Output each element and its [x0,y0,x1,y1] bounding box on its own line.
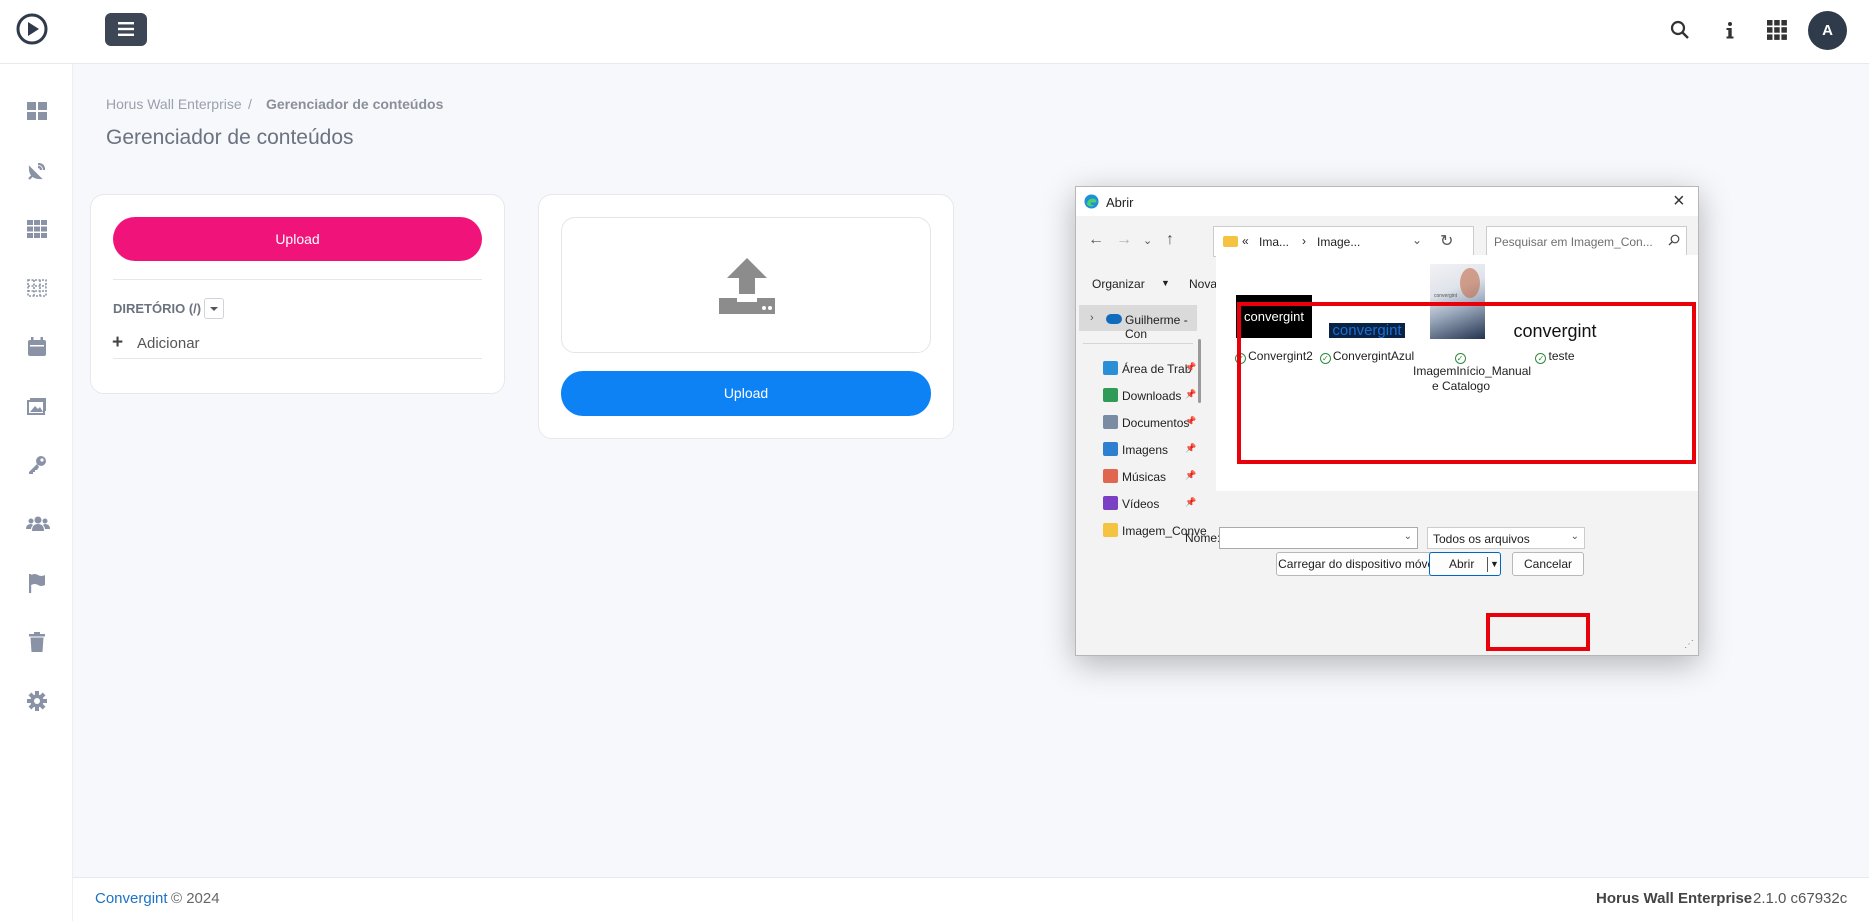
page-title: Gerenciador de conteúdos [106,126,354,149]
folder-icon [1103,523,1118,537]
close-icon[interactable]: × [1673,189,1685,213]
nav-item-pictures[interactable]: Imagens 📌 [1103,440,1213,460]
cancel-button[interactable]: Cancelar [1512,552,1584,576]
open-button[interactable]: Abrir ▼ [1429,552,1501,576]
caret-down-icon [210,307,218,311]
chevron-right-icon: › [1302,234,1306,248]
file-dropzone[interactable] [561,217,931,353]
organize-menu[interactable]: Organizar [1092,277,1145,291]
file-name-input[interactable]: ⌄ [1219,527,1418,549]
nav-item-music[interactable]: Músicas 📌 [1103,467,1213,487]
hamburger-icon [118,22,134,36]
footer-version: 2.1.0 c67932c [1753,890,1848,907]
navigation-pane: › Guilherme - Con Área de Traba 📌 Downloa… [1076,303,1216,607]
apps-icon[interactable] [1767,20,1787,40]
refresh-icon[interactable]: ↻ [1440,231,1453,251]
upload-from-mobile-button[interactable]: Carregar do dispositivo móvel [1276,552,1439,576]
key-icon[interactable] [26,454,50,478]
grid-icon[interactable] [26,218,50,242]
dialog-titlebar[interactable] [1076,187,1698,216]
flag-icon[interactable] [26,572,50,596]
chevron-right-icon[interactable]: › [1090,312,1094,324]
info-icon[interactable] [1720,20,1740,40]
overflow-chevrons-icon[interactable]: « [1242,234,1249,248]
nav-item-onedrive[interactable]: › Guilherme - Con [1079,305,1197,341]
file-name-label: Nome: [1185,531,1221,545]
pin-icon: 📌 [1185,497,1197,507]
breadcrumb-separator: / [248,96,252,112]
split-separator [1487,557,1488,572]
calendar-icon[interactable] [26,336,50,360]
resize-grip-icon[interactable]: ⋰ [1684,639,1694,650]
search-input[interactable]: Pesquisar em Imagem_Con... [1486,226,1687,257]
divider [113,279,482,280]
chevron-down-icon[interactable]: ⌄ [1412,233,1422,247]
back-arrow-icon[interactable]: ← [1088,231,1104,249]
users-icon[interactable] [26,513,50,537]
app-logo-icon[interactable] [14,11,50,47]
directory-label: DIRETÓRIO (/) [113,301,202,316]
pictures-icon [1103,442,1118,456]
dashboard-icon[interactable] [26,100,50,124]
footer-copyright: © 2024 [171,890,220,907]
upload-tray-icon [719,258,775,314]
avatar[interactable]: A [1808,11,1847,50]
nav-item-documents[interactable]: Documentos 📌 [1103,413,1213,433]
music-icon [1103,469,1118,483]
pin-icon: 📌 [1185,416,1197,426]
cloud-icon [1106,314,1122,324]
trash-icon[interactable] [26,631,50,655]
search-icon [1668,234,1680,246]
dotted-grid-icon[interactable] [26,277,50,301]
edge-browser-icon [1084,194,1099,209]
chevron-down-icon: ⌄ [1570,531,1579,542]
recent-locations-chevron-icon[interactable]: ⌄ [1143,234,1152,247]
desktop-icon [1103,361,1118,375]
nav-item-label: Guilherme - Con [1125,313,1188,341]
search-placeholder: Pesquisar em Imagem_Con... [1494,235,1653,249]
sidebar [0,64,73,921]
pin-icon: 📌 [1185,443,1197,453]
pin-icon: 📌 [1185,389,1197,399]
pin-icon: 📌 [1185,470,1197,480]
highlight-box-open-button [1486,613,1590,651]
video-icon [1103,496,1118,510]
search-icon[interactable] [1670,20,1690,40]
plus-icon[interactable]: + [112,333,123,353]
footer-brand-link[interactable]: Convergint [95,890,168,907]
gear-icon[interactable] [26,690,50,714]
chevron-down-icon[interactable]: ⌄ [1404,531,1412,542]
nav-item-downloads[interactable]: Downloads 📌 [1103,386,1213,406]
hamburger-menu-button[interactable] [105,13,147,46]
top-bar [0,0,1869,64]
pin-icon: 📌 [1185,362,1197,372]
divider [1083,343,1193,344]
breadcrumb-current: Gerenciador de conteúdos [266,96,444,112]
directory-dropdown-button[interactable] [204,298,224,319]
breadcrumb-root-link[interactable]: Horus Wall Enterprise [106,96,242,112]
folder-icon [1223,236,1238,247]
footer-product-name: Horus Wall Enterprise [1596,890,1753,907]
address-segment[interactable]: Ima... [1259,235,1289,249]
images-icon[interactable] [26,395,50,419]
satellite-dish-icon[interactable] [26,160,50,184]
up-arrow-icon[interactable]: ↑ [1166,231,1174,249]
address-segment[interactable]: Image... [1317,235,1360,249]
forward-arrow-icon[interactable]: → [1116,231,1132,249]
nav-item-videos[interactable]: Vídeos 📌 [1103,494,1213,514]
add-directory-link[interactable]: Adicionar [137,335,200,352]
upload-button-secondary[interactable]: Upload [561,371,931,416]
caret-down-icon: ▼ [1161,278,1170,288]
address-bar[interactable]: « Ima... › Image... ⌄ ↻ [1213,226,1474,257]
scrollbar[interactable] [1198,339,1201,403]
upload-button-primary[interactable]: Upload [113,217,482,261]
download-icon [1103,388,1118,402]
file-type-select[interactable]: Todos os arquivos ⌄ [1427,527,1585,549]
caret-down-icon[interactable]: ▼ [1490,553,1499,575]
highlight-box-files [1237,302,1696,464]
document-icon [1103,415,1118,429]
nav-item-desktop[interactable]: Área de Traba 📌 [1103,359,1213,379]
dialog-title: Abrir [1106,195,1134,210]
divider [113,358,482,359]
